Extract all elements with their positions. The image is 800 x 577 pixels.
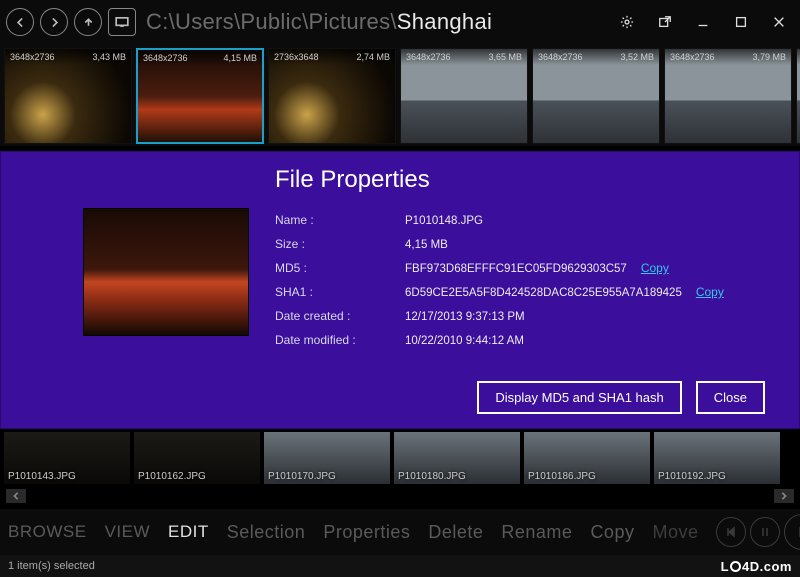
thumbnail-selected[interactable]: 3648x2736 4,15 MB (136, 48, 264, 144)
thumbnail[interactable]: P1010143.JPG (4, 432, 130, 484)
thumbnail-strip: 3648x2736 3,43 MB 3648x2736 4,15 MB 2736x3… (0, 44, 800, 146)
action-properties[interactable]: Properties (323, 522, 410, 543)
tab-edit[interactable]: Edit (168, 522, 209, 542)
file-properties-dialog: File Properties Name :P1010148.JPG Size … (0, 151, 800, 429)
thumb-size: 3,79 MB (752, 52, 786, 62)
action-move[interactable]: Move (652, 522, 698, 543)
close-dialog-button[interactable]: Close (696, 381, 765, 414)
thumb-res: 3648x2736 (406, 52, 451, 62)
action-delete[interactable]: Delete (428, 522, 483, 543)
settings-icon[interactable] (612, 8, 642, 36)
maximize-button[interactable] (726, 8, 756, 36)
breadcrumb[interactable]: C:\Users\Public\Pictures\Shanghai (146, 9, 492, 35)
thumbnail[interactable]: P1010186.JPG (524, 432, 650, 484)
thumbnail[interactable]: P1010180.JPG (394, 432, 520, 484)
pause-button[interactable] (750, 517, 780, 547)
thumb-res: 3648x2736 (143, 53, 188, 63)
display-hash-button[interactable]: Display MD5 and SHA1 hash (477, 381, 681, 414)
thumb-size: 3,52 MB (620, 52, 654, 62)
copy-md5-link[interactable]: Copy (641, 261, 669, 275)
top-navigation-bar: C:\Users\Public\Pictures\Shanghai (0, 0, 800, 44)
bottom-toolbar: Browse View Edit Selection Properties De… (0, 509, 800, 555)
breadcrumb-prefix: C:\Users\Public\Pictures\ (146, 9, 397, 34)
prop-row-size: Size :4,15 MB (275, 232, 763, 256)
thumb-size: 3,43 MB (92, 52, 126, 62)
thumb-res: 3648x2736 (670, 52, 715, 62)
properties-preview-image (83, 208, 249, 336)
action-copy[interactable]: Copy (590, 522, 634, 543)
copy-sha1-link[interactable]: Copy (696, 285, 724, 299)
play-button[interactable] (784, 514, 800, 550)
back-button[interactable] (6, 8, 34, 36)
popout-icon[interactable] (650, 8, 680, 36)
thumbnail[interactable]: 3648x2736 3,79 MB (664, 48, 792, 144)
forward-button[interactable] (40, 8, 68, 36)
status-bar: 1 item(s) selected L4D.com (0, 555, 800, 577)
thumb-res: 3648x2736 (538, 52, 583, 62)
prop-row-sha1: SHA1 :6D59CE2E5A5F8D424528DAC8C25E955A7A… (275, 280, 763, 304)
thumbnail[interactable]: 3648x2736 3,43 MB (4, 48, 132, 144)
horizontal-scrollbar[interactable] (6, 489, 794, 503)
up-button[interactable] (74, 8, 102, 36)
prop-row-modified: Date modified :10/22/2010 9:44:12 AM (275, 328, 763, 352)
scroll-right-icon[interactable] (774, 489, 794, 503)
prop-row-name: Name :P1010148.JPG (275, 208, 763, 232)
breadcrumb-current: Shanghai (397, 9, 492, 34)
action-selection[interactable]: Selection (227, 522, 306, 543)
thumb-size: 4,15 MB (223, 53, 257, 63)
thumbnail[interactable]: 3648x2736 3,65 MB (400, 48, 528, 144)
thumb-res: 3648x2736 (10, 52, 55, 62)
watermark: L4D.com (721, 559, 792, 574)
action-rename[interactable]: Rename (501, 522, 572, 543)
thumbnail[interactable]: 3648x2736 3,52 MB (532, 48, 660, 144)
scroll-left-icon[interactable] (6, 489, 26, 503)
tab-view[interactable]: View (105, 522, 150, 542)
thumbnail[interactable]: P1010162.JPG (134, 432, 260, 484)
thumbnail[interactable]: P1010170.JPG (264, 432, 390, 484)
prop-row-created: Date created :12/17/2013 9:37:13 PM (275, 304, 763, 328)
thumbnail[interactable]: 3648 (796, 48, 800, 144)
thumbnail[interactable]: P1010192.JPG (654, 432, 780, 484)
close-button[interactable] (764, 8, 794, 36)
status-text: 1 item(s) selected (8, 560, 95, 572)
minimize-button[interactable] (688, 8, 718, 36)
thumbnail-strip-lower: P1010143.JPG P1010162.JPG P1010170.JPG P… (0, 430, 800, 486)
thumb-res: 2736x3648 (274, 52, 319, 62)
tab-browse[interactable]: Browse (8, 522, 87, 542)
thumb-size: 2,74 MB (356, 52, 390, 62)
prev-button[interactable] (716, 517, 746, 547)
thumbnail[interactable]: 2736x3648 2,74 MB (268, 48, 396, 144)
thumb-size: 3,65 MB (488, 52, 522, 62)
prop-row-md5: MD5 :FBF973D68EFFFC91EC05FD9629303C57Cop… (275, 256, 763, 280)
dialog-title: File Properties (275, 166, 763, 194)
monitor-icon[interactable] (108, 8, 136, 36)
player-controls (716, 514, 800, 550)
